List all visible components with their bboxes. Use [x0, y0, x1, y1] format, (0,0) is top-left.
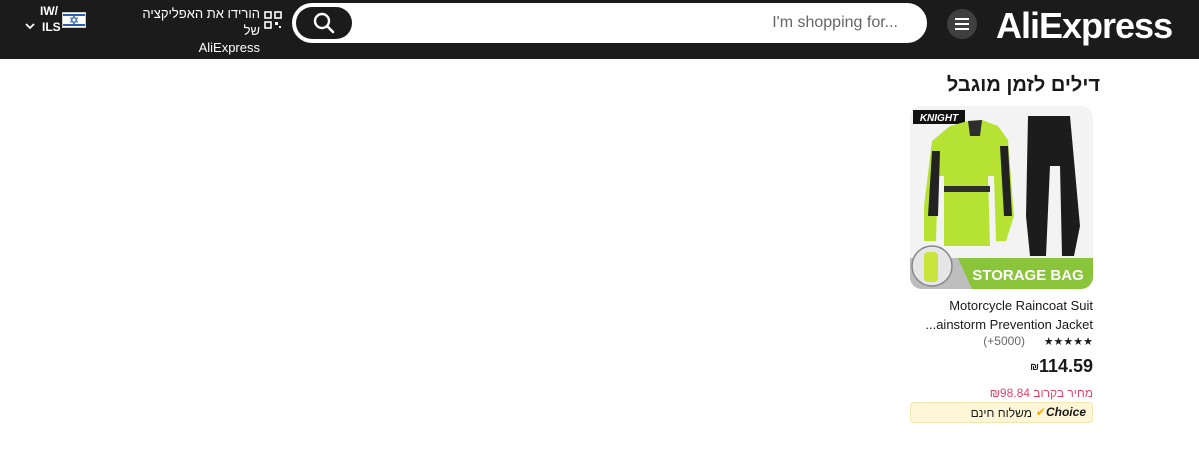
brand-label: KNIGHT: [920, 113, 959, 124]
product-title-line1: Motorcycle Raincoat Suit: [949, 298, 1093, 313]
chevron-down-icon: [25, 23, 35, 30]
product-title[interactable]: Motorcycle Raincoat Suit ...ainstorm Pre…: [910, 296, 1093, 334]
free-shipping-label: משלוח חינם: [970, 406, 1032, 420]
israel-flag-icon: [62, 12, 86, 28]
locale-selector[interactable]: IW/ ILS: [24, 4, 90, 40]
aliexpress-logo[interactable]: AliExpress: [996, 4, 1176, 48]
check-icon: ✔: [1035, 405, 1046, 419]
top-header: AliExpress הורידו את האפליקציה של AliExp…: [0, 0, 1199, 59]
choice-badge: משלוח חינם ✔Choice: [910, 402, 1093, 423]
price-value: 114.59: [1038, 356, 1093, 376]
app-download-line2: AliExpress: [198, 40, 260, 55]
star-rating-icon: ★★★★★: [1043, 336, 1093, 348]
choice-label: ✔Choice: [1035, 405, 1086, 419]
app-download-line1: הורידו את האפליקציה של: [142, 6, 260, 38]
search-input[interactable]: [364, 5, 904, 41]
upcoming-price: מחיר בקרוב ₪98.84: [989, 386, 1093, 400]
currency-code: ILS: [42, 20, 61, 34]
product-price: ₪114.59: [910, 356, 1093, 377]
search-bar: [292, 3, 927, 43]
hamburger-icon: [955, 18, 969, 30]
section-title: דילים לזמן מוגבל: [946, 74, 1100, 96]
product-rating: ★★★★★ (+5000): [910, 334, 1093, 350]
language-code: IW/: [40, 4, 58, 18]
product-image[interactable]: KNIGHT STORAGE BAG: [910, 106, 1093, 289]
review-count: (+5000): [983, 334, 1025, 348]
product-title-line2: ...ainstorm Prevention Jacket: [925, 317, 1093, 332]
search-button[interactable]: [296, 7, 352, 39]
menu-button[interactable]: [947, 9, 977, 39]
currency-symbol: ₪: [1030, 361, 1039, 373]
search-icon: [313, 12, 335, 34]
app-download-link[interactable]: הורידו את האפליקציה של AliExpress: [128, 5, 260, 56]
qr-code-icon[interactable]: [264, 11, 282, 29]
storage-bag-caption: STORAGE BAG: [972, 267, 1083, 284]
